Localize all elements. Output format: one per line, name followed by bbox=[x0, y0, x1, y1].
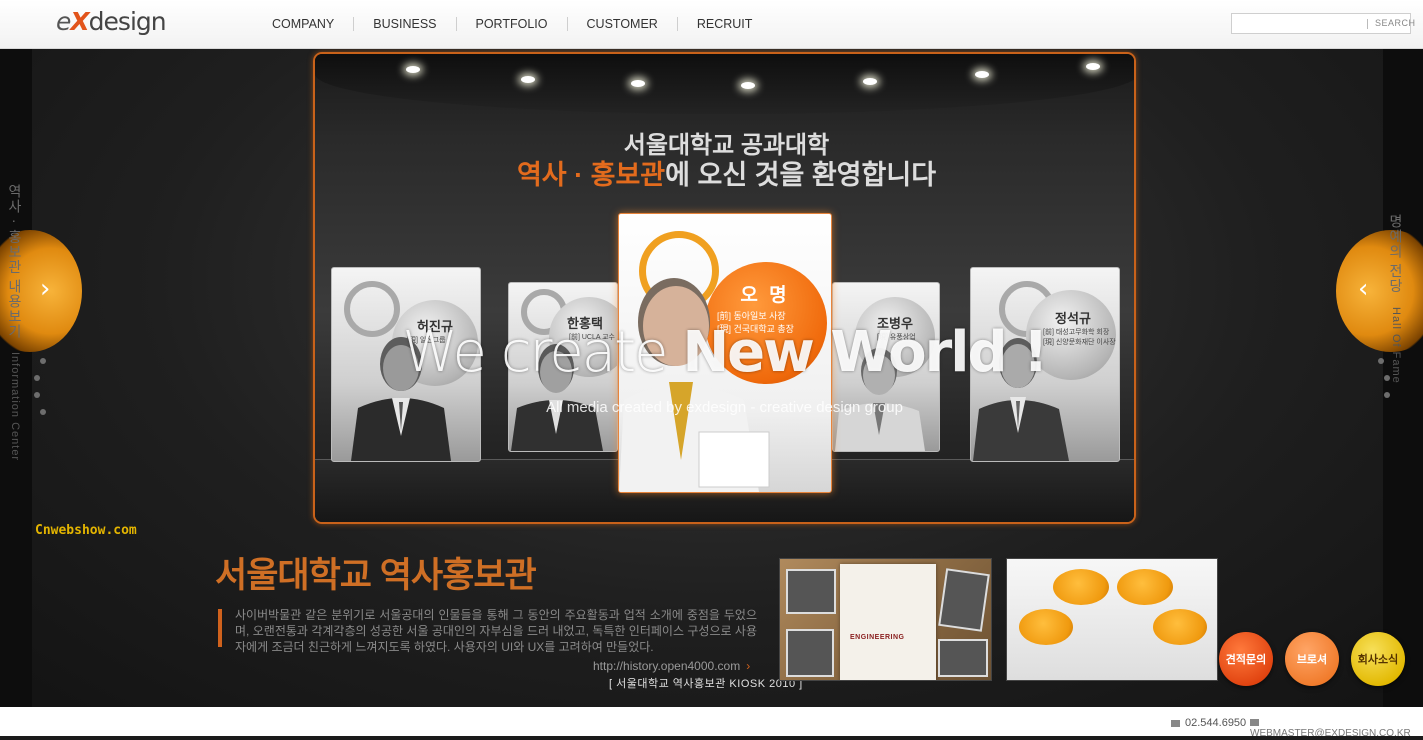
left-label-en: Information Center bbox=[9, 352, 21, 462]
hero-bold: New World ! bbox=[682, 320, 1048, 385]
project-description: 사이버박물관 같은 분위기로 서울공대의 인물들을 통해 그 동안의 주요활동과… bbox=[235, 608, 757, 654]
footer-phone: 02.544.6950 bbox=[1171, 717, 1246, 729]
right-label-kr: 명예의 전당 bbox=[1388, 214, 1404, 294]
decor-dot bbox=[34, 392, 40, 398]
next-arrow-button[interactable]: ‹ bbox=[1336, 230, 1423, 352]
left-vertical-label[interactable]: 역사 · 홍보관 내용보기 Information Center bbox=[5, 184, 25, 461]
nav-business[interactable]: BUSINESS bbox=[353, 17, 455, 31]
right-vertical-label[interactable]: 명예의 전당 Hall Of Fame bbox=[1386, 214, 1406, 384]
watermark-text: Cnwebshow.com bbox=[35, 523, 137, 538]
brochure-paper bbox=[840, 564, 936, 680]
ceiling-light bbox=[863, 78, 877, 85]
project-thumbnail-1[interactable]: ENGINEERING bbox=[779, 558, 992, 681]
main-nav: COMPANY BUSINESS PORTFOLIO CUSTOMER RECR… bbox=[253, 17, 771, 31]
nav-company[interactable]: COMPANY bbox=[253, 17, 353, 31]
project-thumbnail-2[interactable] bbox=[1006, 558, 1218, 681]
showcase-frame: 서울대학교 공과대학 역사 · 홍보관에 오신 것을 환영합니다 허진규 [現]… bbox=[313, 52, 1136, 524]
hero-subline: All media created by exdesign - creative… bbox=[546, 399, 903, 416]
collage-photo bbox=[786, 569, 836, 614]
mail-icon bbox=[1250, 718, 1259, 726]
main-stage: ‹ ‹ 역사 · 홍보관 내용보기 Information Center 명예의… bbox=[0, 49, 1423, 707]
ceiling-light bbox=[741, 82, 755, 89]
logo-x: X bbox=[70, 7, 89, 36]
brochure-title: ENGINEERING bbox=[850, 634, 905, 641]
ceiling-light bbox=[631, 80, 645, 87]
project-link[interactable]: http://history.open4000.com › bbox=[593, 659, 750, 673]
search-box: SEARCH bbox=[1231, 13, 1415, 34]
footer-bottom-line bbox=[0, 736, 1423, 740]
top-navigation-bar: eXdesign COMPANY BUSINESS PORTFOLIO CUST… bbox=[0, 0, 1423, 49]
hero-headline: We create New World ! bbox=[313, 320, 1136, 385]
logo-e: e bbox=[56, 7, 71, 36]
estimate-inquiry-button[interactable]: 견적문의 bbox=[1219, 632, 1273, 686]
decor-dot bbox=[34, 375, 40, 381]
decor-dot bbox=[40, 358, 46, 364]
collage-photo bbox=[786, 629, 834, 677]
chevron-right-icon: ‹ bbox=[40, 274, 51, 304]
project-caption: [ 서울대학교 역사홍보관 KIOSK 2010 ] bbox=[609, 678, 803, 690]
search-button[interactable]: SEARCH bbox=[1375, 18, 1416, 28]
decor-dot bbox=[1384, 375, 1390, 381]
brochure-button[interactable]: 브로셔 bbox=[1285, 632, 1339, 686]
logo-rest: design bbox=[88, 7, 167, 36]
project-accent-bar bbox=[218, 609, 222, 647]
search-divider bbox=[1367, 19, 1368, 29]
hero-light: We create bbox=[402, 320, 683, 385]
decor-dot bbox=[1384, 392, 1390, 398]
chevron-right-icon: › bbox=[746, 659, 751, 673]
footer: 02.544.6950 WEBMASTER@EXDESIGN.CO.KR bbox=[0, 707, 1423, 740]
ceiling-light bbox=[975, 71, 989, 78]
welcome-line-2: 역사 · 홍보관에 오신 것을 환영합니다 bbox=[315, 153, 1134, 192]
search-input[interactable] bbox=[1236, 16, 1364, 31]
nav-recruit[interactable]: RECRUIT bbox=[676, 17, 772, 31]
right-label-en: Hall Of Fame bbox=[1390, 306, 1402, 384]
welcome-rest: 에 오신 것을 환영합니다 bbox=[665, 160, 937, 190]
exdesign-logo[interactable]: eXdesign bbox=[56, 7, 167, 36]
ceiling-light bbox=[521, 76, 535, 83]
nav-portfolio[interactable]: PORTFOLIO bbox=[455, 17, 567, 31]
project-url-text: http://history.open4000.com bbox=[593, 659, 741, 673]
project-title: 서울대학교 역사홍보관 bbox=[215, 556, 537, 595]
ceiling bbox=[315, 54, 1134, 114]
welcome-highlight: 역사 · 홍보관 bbox=[516, 160, 666, 190]
phone-number: 02.544.6950 bbox=[1185, 717, 1247, 729]
diagram-node bbox=[1153, 609, 1207, 645]
ceiling-light bbox=[1086, 63, 1100, 70]
company-news-button[interactable]: 회사소식 bbox=[1351, 632, 1405, 686]
decor-dot bbox=[1378, 358, 1384, 364]
collage-photo bbox=[938, 639, 988, 677]
phone-icon bbox=[1171, 719, 1180, 727]
diagram-node bbox=[1117, 569, 1173, 605]
nav-customer[interactable]: CUSTOMER bbox=[566, 17, 677, 31]
left-label-kr: 역사 · 홍보관 내용보기 bbox=[7, 184, 23, 340]
chevron-left-icon: ‹ bbox=[1358, 274, 1369, 304]
diagram-node bbox=[1053, 569, 1109, 605]
collage-photo bbox=[938, 568, 990, 632]
ceiling-light bbox=[406, 66, 420, 73]
diagram-node bbox=[1019, 609, 1073, 645]
decor-dot bbox=[40, 409, 46, 415]
